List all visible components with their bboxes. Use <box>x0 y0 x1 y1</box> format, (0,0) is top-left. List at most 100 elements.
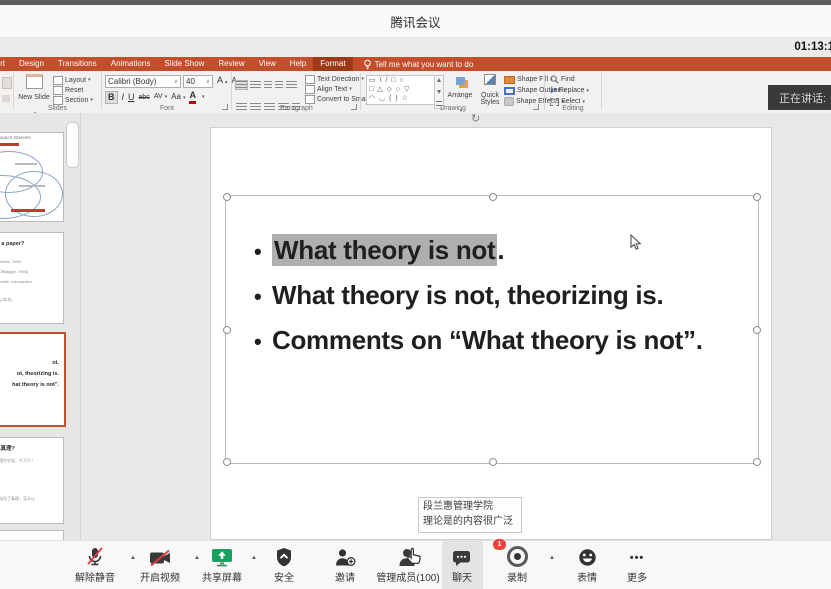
thumb2-title-fragment: at a paper? <box>0 241 24 247</box>
tab-animations[interactable]: Animations <box>104 57 158 71</box>
ribbon: New Slide ▾ Layout ▾ Reset Section ▾ <box>0 71 831 114</box>
slide-thumbnail-1[interactable]: Research Interests <box>0 132 64 222</box>
tab-view[interactable]: View <box>252 57 283 71</box>
tell-me-search[interactable]: Tell me what you want to do <box>363 57 474 71</box>
chevron-down-icon: ▾ <box>202 94 205 100</box>
more-dots-icon: ••• <box>630 549 645 567</box>
thumb1-title-fragment: Research Interests <box>0 135 31 140</box>
editing-group-label: Editing <box>546 105 600 112</box>
hand-cursor <box>407 547 423 565</box>
decrease-indent-icon[interactable] <box>264 81 272 89</box>
tab-help[interactable]: Help <box>283 57 313 71</box>
character-spacing-button[interactable]: AV▾ <box>154 91 167 103</box>
main-area: Research Interests at a paper? " (Weick,… <box>0 113 831 540</box>
record-icon <box>479 543 555 567</box>
lightbulb-icon <box>363 59 372 70</box>
drawing-dialog-launcher[interactable] <box>533 104 539 110</box>
smartart-icon <box>305 95 315 104</box>
section-button[interactable]: Section ▾ <box>53 95 93 105</box>
thumb1-red-note-bottom <box>11 209 45 212</box>
meeting-timer: 01:13:1 <box>794 41 831 53</box>
thumb1-text-speck <box>15 163 37 165</box>
tri-up-icon: ▴ <box>225 79 228 85</box>
font-size-select[interactable]: 40 ∨ <box>183 75 213 88</box>
find-button[interactable]: Find <box>550 74 589 85</box>
paragraph-dialog-launcher[interactable] <box>351 104 357 110</box>
bullet-marker: • <box>254 229 272 274</box>
quick-styles-icon <box>484 74 496 85</box>
font-dialog-launcher[interactable] <box>222 104 228 110</box>
speaking-indicator-badge: 正在讲话: <box>768 85 831 110</box>
underline-button[interactable]: U <box>128 92 135 103</box>
resize-handle-w[interactable] <box>223 326 231 334</box>
tab-slide-show[interactable]: Slide Show <box>157 57 211 71</box>
selected-text: What theory is not <box>272 234 497 266</box>
reset-button[interactable]: Reset <box>53 85 93 95</box>
increase-font-button[interactable]: A▴ <box>217 75 228 88</box>
paragraph-group: Text Direction ▾ Align Text ▾ Convert to… <box>233 71 360 113</box>
slide-thumbnail-4[interactable]: 色真理? 真理为它谈，千万千? ? ? 的场为了真理，怎么以 <box>0 437 64 524</box>
more-button[interactable]: ••• 更多 <box>599 543 675 584</box>
slide-thumbnail-3-selected[interactable]: ot. ot, theorizing is. hat theory is not… <box>0 332 66 427</box>
chevron-down-icon: ▾ <box>90 97 93 103</box>
line-spacing-icon[interactable] <box>286 81 297 89</box>
resize-handle-n[interactable] <box>489 193 497 201</box>
strikethrough-button[interactable]: abc <box>139 92 150 103</box>
record-button[interactable]: 录制 <box>479 543 555 584</box>
new-slide-icon <box>26 74 43 89</box>
group-separator <box>101 73 102 110</box>
chevron-down-icon: ▾ <box>88 77 91 83</box>
shapes-row: □ △ ◇ ○ ▽ <box>369 85 435 94</box>
chevron-down-icon: ∨ <box>204 78 210 85</box>
resize-handle-sw[interactable] <box>223 458 231 466</box>
search-icon <box>550 75 559 84</box>
slide-thumbnail-2[interactable]: at a paper? " (Weick, 1989 " (DiMaggio, … <box>0 232 64 324</box>
group-separator <box>231 73 232 110</box>
panel-scrollbar-thumb[interactable] <box>66 122 79 168</box>
italic-button[interactable]: I <box>122 92 125 103</box>
tab-insert[interactable]: Insert <box>0 57 12 71</box>
shapes-row: ▭ \ / □ ○ <box>369 76 435 85</box>
replace-button[interactable]: ⇄ Replace ▾ <box>550 85 589 96</box>
resize-handle-ne[interactable] <box>753 193 761 201</box>
meeting-toolbar: 解除静音 ▲ 开启视频 ▲ 共享屏 <box>0 540 831 589</box>
meeting-titlebar: 腾讯会议 <box>0 5 831 38</box>
font-group-label: Font <box>103 105 231 112</box>
shape-fill-icon <box>504 76 515 84</box>
font-group: Calibri (Body) ∨ 40 ∨ A▴ A▾ B I U abc AV… <box>103 71 231 113</box>
shapes-gallery-scroll[interactable] <box>434 75 444 109</box>
tab-design[interactable]: Design <box>12 57 51 71</box>
tab-transitions[interactable]: Transitions <box>51 57 104 71</box>
font-name-select[interactable]: Calibri (Body) ∨ <box>105 75 181 88</box>
bullet-line-1: • What theory is not. <box>226 228 758 273</box>
live-caption-box: 段兰惠管理学院 理论是的内容很广泛 <box>418 497 522 533</box>
group-separator <box>13 73 14 110</box>
drawing-group-label: Drawing <box>362 105 544 112</box>
rotate-handle-icon[interactable]: ↻ <box>471 112 480 125</box>
chevron-down-icon: ▾ <box>183 95 186 101</box>
resize-handle-e[interactable] <box>753 326 761 334</box>
mouse-cursor <box>630 234 642 251</box>
slide-thumbnail-panel: Research Interests at a paper? " (Weick,… <box>0 113 81 540</box>
clipboard-group-cut <box>2 77 12 89</box>
slides-group-label: Slides <box>15 105 100 112</box>
bullets-icon[interactable] <box>236 81 247 89</box>
tab-review[interactable]: Review <box>211 57 251 71</box>
slide-canvas[interactable]: ↻ • What theory is not. • What <box>210 127 772 540</box>
bold-button[interactable]: B <box>105 91 118 104</box>
increase-indent-icon[interactable] <box>275 81 283 89</box>
scroll-down-icon <box>437 90 441 94</box>
font-color-button[interactable]: A <box>189 90 196 104</box>
slide-text-box[interactable]: • What theory is not. • What theory is n… <box>225 195 759 464</box>
resize-handle-nw[interactable] <box>223 193 231 201</box>
change-case-button[interactable]: Aa▾ <box>171 91 185 104</box>
resize-handle-se[interactable] <box>753 458 761 466</box>
tab-format[interactable]: Format <box>313 57 352 71</box>
layout-button[interactable]: Layout ▾ <box>53 75 93 85</box>
chevron-down-icon: ▾ <box>165 94 168 100</box>
chevron-down-icon: ▾ <box>349 86 352 92</box>
tell-me-label: Tell me what you want to do <box>375 60 474 69</box>
shapes-gallery[interactable]: ▭ \ / □ ○ □ △ ◇ ○ ▽ ◠ ◡ ( ) ☆ <box>366 75 438 105</box>
numbering-icon[interactable] <box>250 81 261 89</box>
resize-handle-s[interactable] <box>489 458 497 466</box>
